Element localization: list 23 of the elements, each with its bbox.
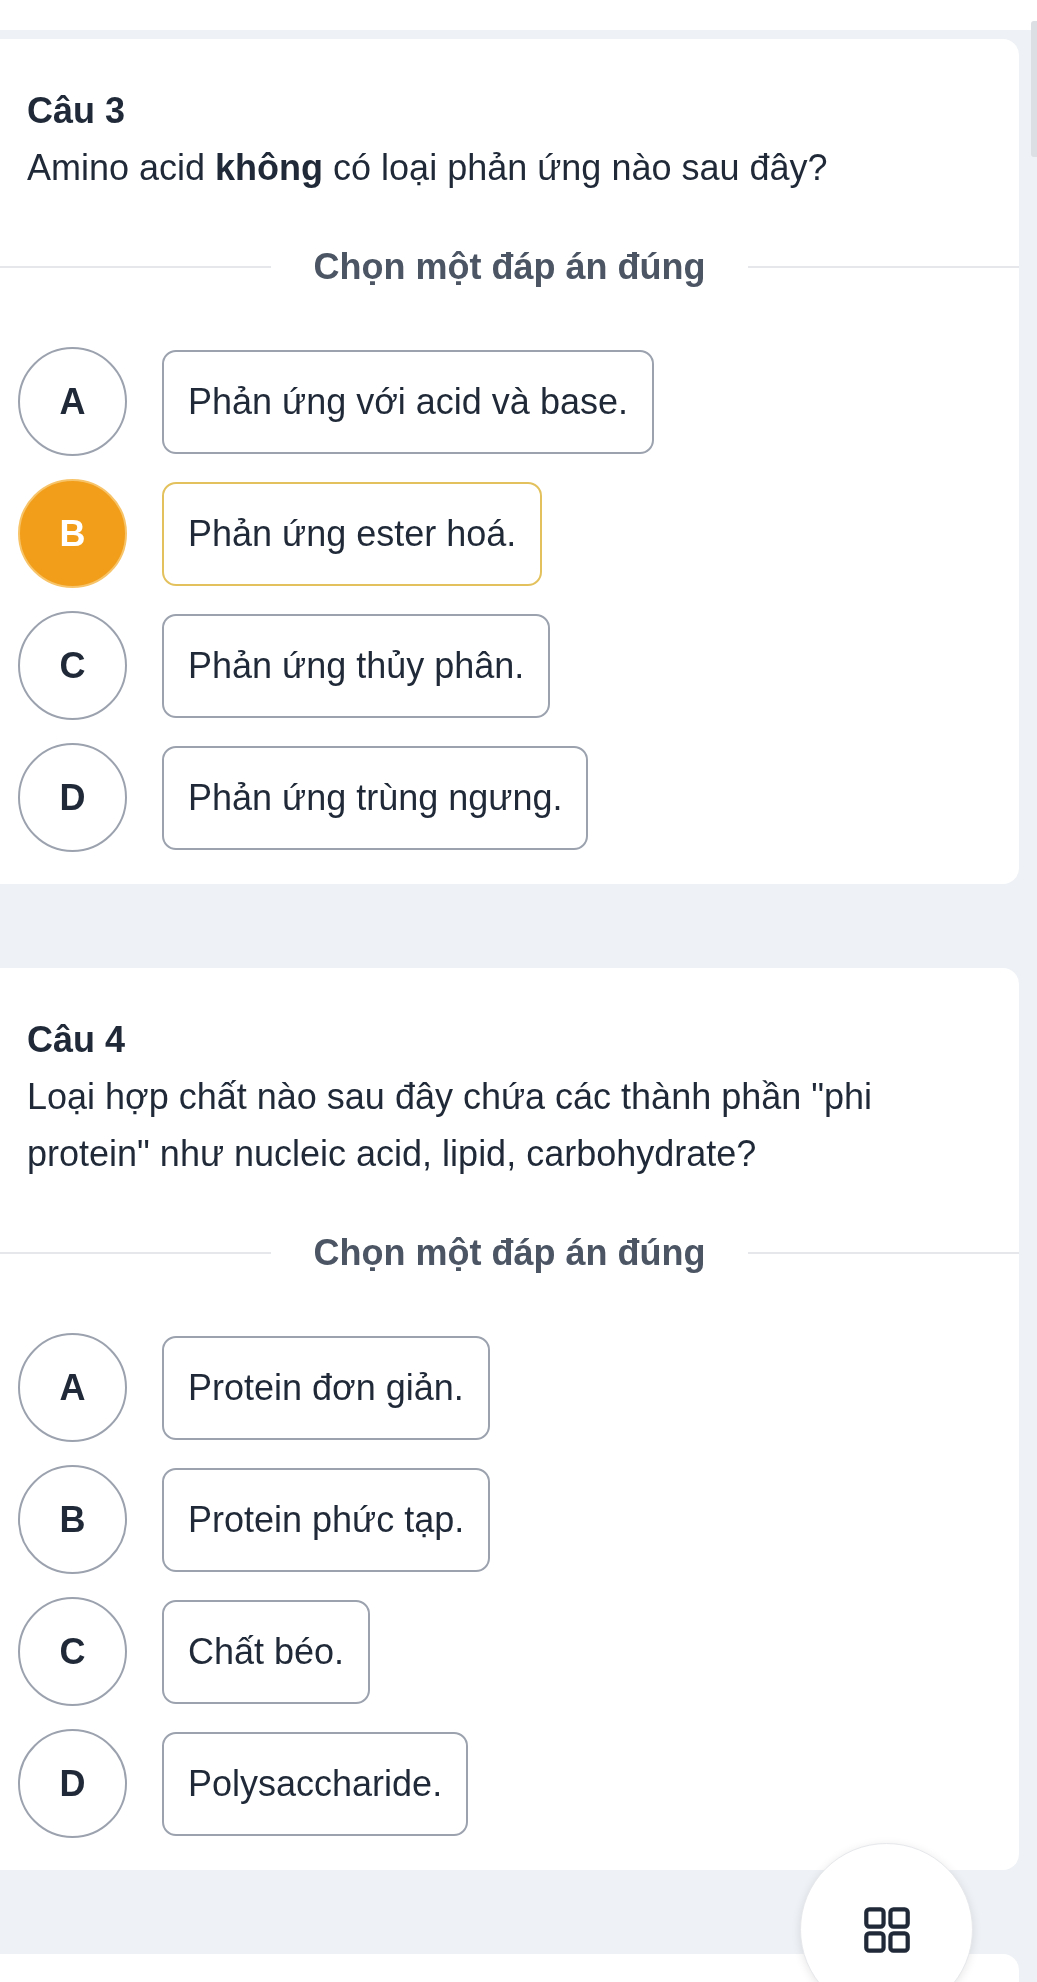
- option-letter-button[interactable]: D: [18, 743, 127, 852]
- option-letter-button[interactable]: B: [18, 1465, 127, 1574]
- question-number: Câu 3: [26, 89, 127, 133]
- grid-icon: [863, 1906, 910, 1953]
- option-letter-button[interactable]: C: [18, 1597, 127, 1706]
- answer-option-button[interactable]: Phản ứng thủy phân.: [162, 613, 551, 718]
- question-number: Câu 4: [26, 1018, 127, 1062]
- option-letter-button[interactable]: A: [18, 1333, 127, 1442]
- question-text: Loại hợp chất nào sau đây chứa các thành phần "phi protein" như nucleic acid, lipid, carbohydrate?: [26, 1075, 874, 1176]
- answer-option-button[interactable]: Protein phức tạp.: [162, 1467, 491, 1572]
- question-text: Amino acid không có loại phản ứng nào sau đây?: [26, 146, 829, 190]
- instruction-label: Chọn một đáp án đúng: [313, 1232, 706, 1274]
- answer-option-button[interactable]: Protein đơn giản.: [162, 1335, 490, 1440]
- answer-option-button[interactable]: Chất béo.: [162, 1599, 371, 1704]
- answer-option-button[interactable]: Phản ứng với acid và base.: [162, 349, 654, 454]
- instruction-label: Chọn một đáp án đúng: [313, 246, 706, 288]
- option-letter-button[interactable]: A: [18, 347, 127, 456]
- option-letter-button[interactable]: D: [18, 1729, 127, 1838]
- answer-option-button[interactable]: Phản ứng ester hoá.: [162, 481, 543, 586]
- scrollbar[interactable]: [1031, 21, 1037, 157]
- answer-option-button[interactable]: Phản ứng trùng ngưng.: [162, 745, 589, 850]
- option-letter-button[interactable]: C: [18, 611, 127, 720]
- answer-option-button[interactable]: Polysaccharide.: [162, 1731, 469, 1836]
